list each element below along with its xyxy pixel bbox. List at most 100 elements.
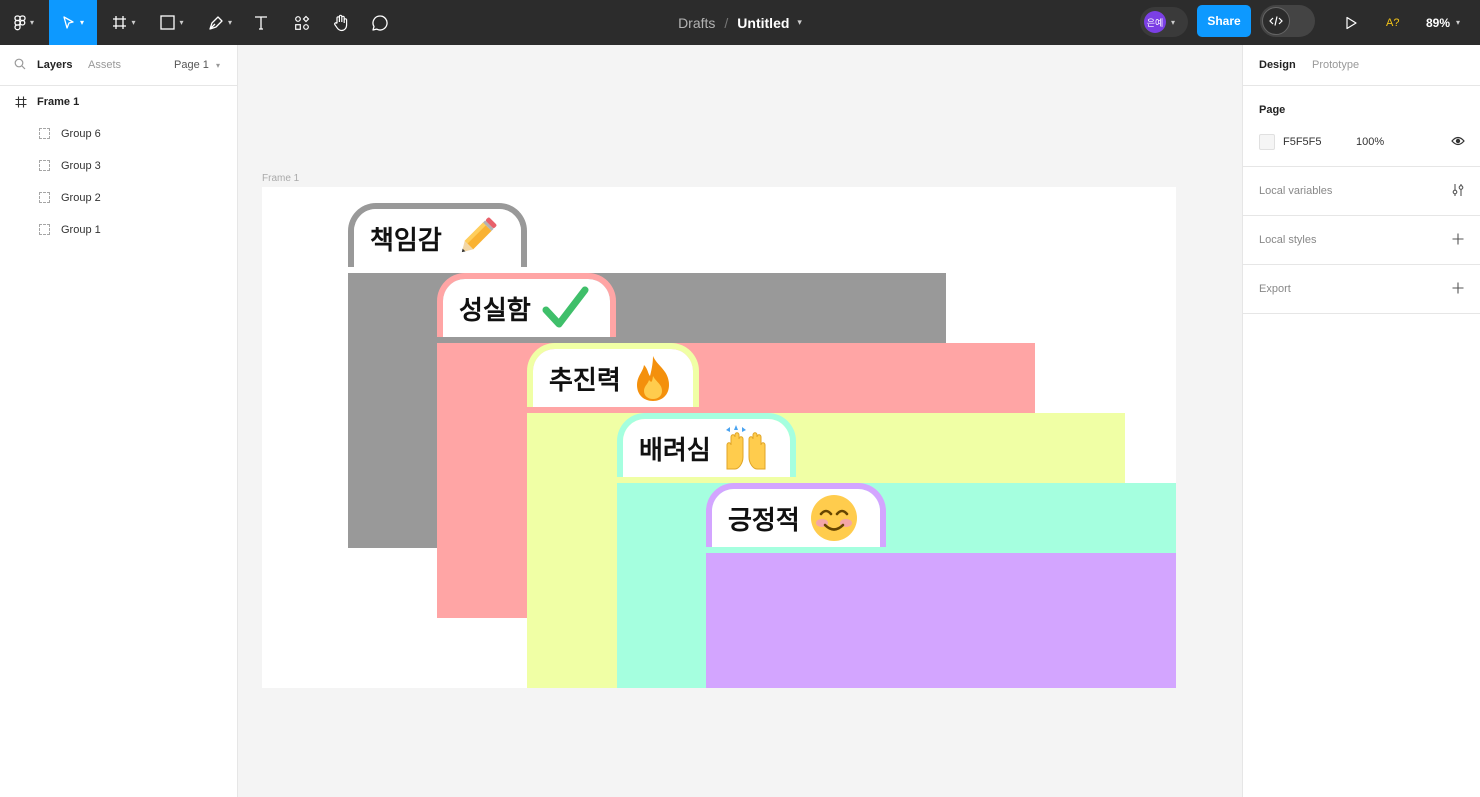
frame-label[interactable]: Frame 1 [262, 173, 299, 184]
layer-row-group-6[interactable]: Group 6 [0, 118, 237, 150]
shape-tool-button[interactable]: ▾ [152, 0, 192, 45]
page-selector-label: Page 1 [174, 59, 209, 71]
card-label: 성실함 [459, 295, 531, 326]
chevron-down-icon: ▾ [79, 18, 84, 27]
frame-1[interactable]: 책임감 성실함 추진력 배려심 긍정적 [262, 187, 1176, 688]
layer-row-group-2[interactable]: Group 2 [0, 182, 237, 214]
breadcrumb-separator: / [724, 14, 729, 31]
card-label: 추진력 [549, 365, 621, 396]
smiling-face-icon [810, 494, 858, 542]
pen-tool-button[interactable]: ▾ [200, 0, 240, 45]
plus-icon[interactable] [1451, 232, 1465, 246]
frame-tool-button[interactable]: ▾ [104, 0, 144, 45]
tab-layers[interactable]: Layers [37, 59, 72, 71]
chevron-down-icon: ▾ [215, 61, 220, 70]
frame-icon [15, 96, 27, 108]
page-heading: Page [1259, 104, 1286, 116]
fire-icon [631, 354, 675, 402]
share-button[interactable]: Share [1197, 5, 1251, 37]
resources-button[interactable] [288, 0, 316, 45]
text-tool-button[interactable] [248, 0, 274, 45]
chevron-down-icon: ▾ [29, 18, 34, 27]
card-tab-sincerity[interactable]: 성실함 [437, 273, 616, 337]
right-panel-tabs: Design Prototype [1243, 45, 1480, 86]
toolbar: ▾ ▾ ▾ ▾ ▾ Drafts / Untitled ▾ 은예 ▾ Share [0, 0, 1480, 45]
chevron-down-icon: ▾ [179, 18, 184, 27]
cursor-icon [63, 15, 74, 29]
tab-design[interactable]: Design [1259, 59, 1296, 71]
layer-name: Frame 1 [37, 96, 80, 108]
components-icon [295, 15, 310, 30]
page-opacity-value[interactable]: 100% [1356, 136, 1384, 148]
group-icon [39, 160, 50, 171]
card-tab-responsibility[interactable]: 책임감 [348, 203, 527, 267]
zoom-level: 89% [1426, 15, 1451, 30]
canvas[interactable]: Frame 1 책임감 성실함 추진력 배려심 긍정적 [238, 45, 1242, 797]
file-name[interactable]: Untitled [737, 15, 789, 31]
figma-logo-icon [14, 14, 26, 30]
zoom-menu[interactable]: 89% ▾ [1426, 0, 1460, 45]
chevron-down-icon: ▾ [227, 18, 232, 27]
text-icon [255, 16, 267, 30]
eye-icon[interactable] [1451, 135, 1465, 150]
local-styles-label: Local styles [1259, 234, 1317, 246]
move-tool-button[interactable]: ▾ [49, 0, 97, 45]
page-color-value[interactable]: F5F5F5 [1283, 136, 1322, 148]
accessibility-check-button[interactable]: A? [1386, 0, 1399, 45]
search-icon[interactable] [14, 58, 26, 73]
left-panel: Layers Assets Page 1 ▾ Frame 1 Group 6 G… [0, 45, 238, 797]
plus-icon[interactable] [1451, 281, 1465, 295]
present-button[interactable] [1336, 0, 1366, 45]
layer-row-frame-1[interactable]: Frame 1 [0, 86, 237, 118]
card-tab-drive[interactable]: 추진력 [527, 343, 699, 407]
multiplayer-avatars[interactable]: 은예 ▾ [1140, 7, 1188, 37]
frame-icon [113, 16, 127, 29]
local-variables-section: Local variables [1243, 167, 1480, 216]
local-variables-label[interactable]: Local variables [1259, 185, 1332, 197]
export-label: Export [1259, 283, 1291, 295]
layer-name: Group 1 [61, 224, 101, 236]
local-styles-section: Local styles [1243, 216, 1480, 265]
group-icon [39, 128, 50, 139]
layer-row-group-1[interactable]: Group 1 [0, 214, 237, 246]
left-panel-tabs: Layers Assets Page 1 ▾ [0, 45, 237, 86]
chevron-down-icon: ▾ [131, 18, 136, 27]
dev-mode-toggle[interactable] [1260, 5, 1315, 37]
hand-icon [334, 14, 348, 31]
sliders-icon[interactable] [1451, 183, 1465, 197]
page-section: Page F5F5F5 100% [1243, 86, 1480, 167]
chevron-down-icon: ▾ [1456, 18, 1461, 27]
page-selector[interactable]: Page 1 ▾ [174, 59, 220, 71]
breadcrumb-drafts[interactable]: Drafts [678, 15, 715, 31]
code-icon [1262, 7, 1290, 35]
card-body-positivity[interactable] [706, 553, 1176, 688]
right-panel: Design Prototype Page F5F5F5 100% Local … [1242, 45, 1480, 797]
pen-icon [209, 15, 223, 30]
group-icon [39, 224, 50, 235]
check-mark-icon [541, 284, 589, 332]
comment-tool-button[interactable] [366, 0, 394, 45]
tab-assets[interactable]: Assets [88, 59, 121, 71]
group-icon [39, 192, 50, 203]
chevron-down-icon: ▾ [1171, 17, 1176, 27]
tab-prototype[interactable]: Prototype [1312, 59, 1359, 71]
card-tab-positivity[interactable]: 긍정적 [706, 483, 886, 547]
play-icon [1346, 16, 1357, 29]
export-section: Export [1243, 265, 1480, 314]
page-color-swatch[interactable] [1259, 134, 1275, 150]
chevron-down-icon[interactable]: ▾ [797, 17, 802, 28]
hand-tool-button[interactable] [327, 0, 355, 45]
card-label: 책임감 [370, 225, 442, 256]
card-tab-consideration[interactable]: 배려심 [617, 413, 796, 477]
rectangle-icon [160, 15, 176, 30]
main-menu-button[interactable]: ▾ [6, 0, 42, 45]
layer-name: Group 2 [61, 192, 101, 204]
comment-icon [372, 14, 388, 31]
card-label: 배려심 [639, 435, 711, 466]
raising-hands-icon [721, 423, 771, 473]
avatar: 은예 [1144, 11, 1166, 33]
layer-name: Group 6 [61, 128, 101, 140]
pencil-icon [452, 214, 500, 262]
layer-row-group-3[interactable]: Group 3 [0, 150, 237, 182]
card-label: 긍정적 [728, 505, 800, 536]
